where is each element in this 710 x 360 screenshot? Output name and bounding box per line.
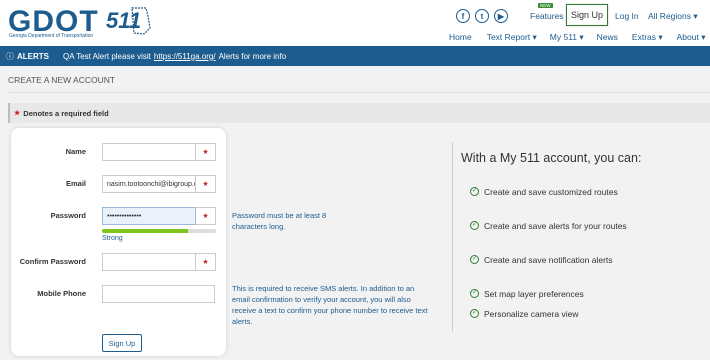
- logo-511: 511: [104, 6, 156, 40]
- youtube-icon[interactable]: ▶: [494, 9, 508, 23]
- required-star-icon: ★: [14, 110, 21, 117]
- nav-about[interactable]: About ▾: [677, 32, 706, 43]
- required-field-note: ★ Denotes a required field: [8, 103, 710, 123]
- confirm-password-field[interactable]: [102, 253, 196, 271]
- password-field[interactable]: ••••••••••••••: [102, 207, 196, 225]
- email-field[interactable]: nasim.tootoonchi@ibigroup.com: [102, 175, 196, 193]
- check-circle-icon: ✓: [470, 221, 479, 230]
- benefit-text: Create and save alerts for your routes: [484, 221, 627, 231]
- benefit-text: Create and save customized routes: [484, 187, 618, 197]
- nav-home[interactable]: Home: [449, 32, 472, 43]
- check-circle-icon: ✓: [470, 255, 479, 264]
- alert-text-after: Alerts for more info: [218, 51, 287, 61]
- name-required-icon: ★: [196, 143, 216, 161]
- email-label: Email: [65, 179, 86, 188]
- title-divider: [8, 92, 710, 93]
- alert-link[interactable]: https://511ga.org/: [154, 52, 216, 61]
- main-nav: Home Text Report ▾ My 511 ▾ News Extras …: [449, 32, 705, 43]
- email-required-icon: ★: [196, 175, 216, 193]
- benefits-title: With a My 511 account, you can:: [461, 151, 642, 165]
- check-circle-icon: ✓: [470, 309, 479, 318]
- alert-bar: ⓘ ALERTS QA Test Alert please visit http…: [0, 46, 710, 66]
- panel-divider: [452, 142, 453, 332]
- features-link[interactable]: Features: [530, 11, 564, 21]
- password-hint: Password must be at least 8 characters l…: [232, 211, 327, 231]
- georgia-map-icon: [131, 7, 151, 35]
- login-link[interactable]: Log In: [615, 11, 639, 21]
- info-icon: ⓘ: [6, 51, 14, 61]
- password-strength-fill: [102, 229, 188, 233]
- new-badge: NEW: [538, 3, 553, 8]
- mobile-phone-field[interactable]: [102, 285, 215, 303]
- phone-hint: This is required to receive SMS alerts. …: [232, 284, 428, 326]
- gdot-logo[interactable]: GDOT Georgia Department of Transportatio…: [8, 5, 151, 40]
- regions-dropdown[interactable]: All Regions ▾: [648, 11, 698, 22]
- confirm-required-icon: ★: [196, 253, 216, 271]
- confirm-password-label: Confirm Password: [19, 257, 86, 266]
- page-title: CREATE A NEW ACCOUNT: [8, 75, 116, 85]
- signup-submit-button[interactable]: Sign Up: [102, 334, 142, 352]
- mobile-phone-label: Mobile Phone: [37, 289, 86, 298]
- alert-text-before: QA Test Alert please visit: [63, 51, 151, 61]
- password-required-icon: ★: [196, 207, 216, 225]
- password-strength-meter: [102, 229, 216, 233]
- name-label: Name: [65, 147, 86, 156]
- check-circle-icon: ✓: [470, 289, 479, 298]
- nav-extras[interactable]: Extras ▾: [632, 32, 663, 43]
- gdot-logo-subtitle: Georgia Department of Transportation: [9, 33, 94, 39]
- password-label: Password: [50, 211, 86, 220]
- nav-news[interactable]: News: [597, 32, 618, 43]
- name-field[interactable]: [102, 143, 196, 161]
- benefit-text: Set map layer preferences: [484, 289, 584, 299]
- benefit-text: Personalize camera view: [484, 309, 579, 319]
- header-signup-button[interactable]: Sign Up: [566, 4, 608, 26]
- signup-form: Name ★ Email nasim.tootoonchi@ibigroup.c…: [11, 128, 226, 356]
- nav-text-report[interactable]: Text Report ▾: [487, 32, 537, 43]
- facebook-icon[interactable]: f: [456, 9, 470, 23]
- nav-my-511[interactable]: My 511 ▾: [550, 32, 584, 43]
- check-circle-icon: ✓: [470, 187, 479, 196]
- alert-label: ALERTS: [17, 51, 49, 61]
- benefit-text: Create and save notification alerts: [484, 255, 613, 265]
- password-strength-label: Strong: [102, 235, 123, 242]
- required-note-text: Denotes a required field: [23, 108, 109, 118]
- social-links: f t ▶: [456, 9, 508, 23]
- site-header: GDOT Georgia Department of Transportatio…: [0, 0, 710, 46]
- twitter-icon[interactable]: t: [475, 9, 489, 23]
